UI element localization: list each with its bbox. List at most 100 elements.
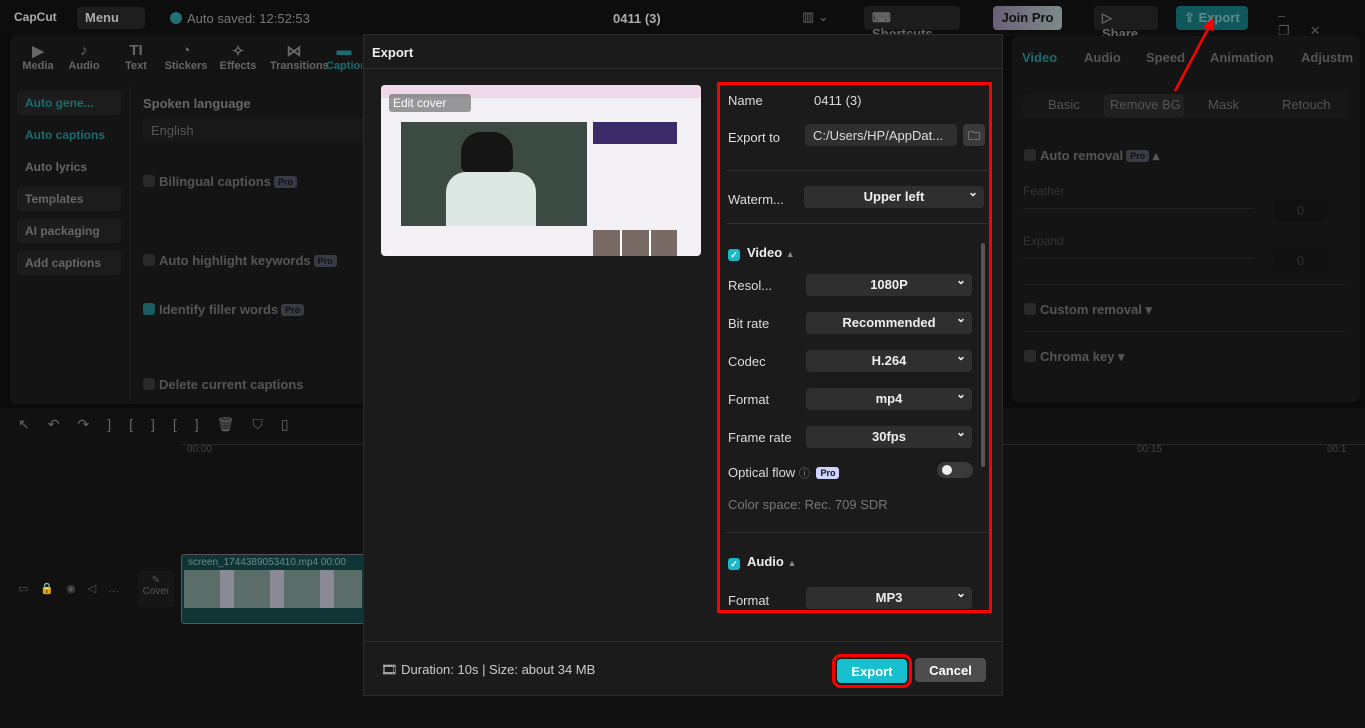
video-checkbox[interactable]: ✓ Video ▲ (728, 245, 795, 261)
pro-badge: Pro (281, 304, 305, 316)
edit-cover-button[interactable]: Edit cover (389, 94, 471, 112)
expand-slider[interactable] (1023, 258, 1255, 259)
tool-effects[interactable]: ✧ Effects (214, 42, 262, 72)
cancel-button[interactable]: Cancel (915, 658, 986, 682)
export-dialog: Export Edit cover Name 0411 (3) Export t… (363, 34, 1003, 696)
filler-words-checkbox[interactable]: Identify filler words Pro (143, 302, 305, 317)
highlight-keywords-checkbox[interactable]: Auto highlight keywords Pro (143, 253, 337, 268)
format-select[interactable]: mp4 (806, 387, 972, 410)
bilingual-label: Bilingual captions (159, 174, 271, 189)
highlight-label: Auto highlight keywords (159, 253, 311, 268)
export-button[interactable]: Export (832, 654, 912, 688)
tool-media[interactable]: ▶ Media (14, 42, 62, 72)
name-label: Name (728, 93, 763, 108)
delete-captions-checkbox[interactable]: Delete current captions (143, 377, 304, 392)
watermark-select[interactable]: Upper left (804, 185, 984, 208)
language-select[interactable]: English (143, 118, 371, 142)
subtab-remove-bg[interactable]: Remove BG (1110, 97, 1181, 112)
join-pro-button[interactable]: Join Pro (993, 6, 1062, 30)
framerate-select[interactable]: 30fps (806, 425, 972, 448)
top-bar: CapCut Menu Auto saved: 12:52:53 0411 (3… (0, 0, 1365, 41)
autosave-text: Auto saved: 12:52:53 (187, 11, 310, 26)
check-icon (170, 12, 182, 24)
video-clip[interactable]: screen_1744389053410.mp4 00:00 (181, 554, 365, 624)
chroma-key-checkbox[interactable]: Chroma key ▾ (1024, 349, 1125, 365)
sidebar-item-add-captions[interactable]: Add captions (17, 251, 121, 275)
resolution-select[interactable]: 1080P (806, 273, 972, 296)
custom-removal-checkbox[interactable]: Custom removal ▾ (1024, 302, 1152, 318)
effects-icon: ✧ (231, 43, 245, 60)
spoken-language-label: Spoken language (143, 96, 251, 111)
audio-label: Audio (747, 554, 784, 569)
tool-label: Audio (68, 60, 100, 72)
optical-flow-text: Optical flow (728, 465, 796, 480)
tool-audio[interactable]: ♪ Audio (60, 42, 108, 72)
tool-text[interactable]: TI Text (112, 42, 160, 72)
subtab-basic[interactable]: Basic (1048, 97, 1080, 112)
divider (364, 68, 1002, 69)
auto-removal-checkbox[interactable]: Auto removal Pro ▴ (1024, 148, 1159, 164)
tool-label: Media (22, 60, 54, 72)
tool-label: Text (125, 60, 147, 72)
divider (726, 170, 988, 171)
track-controls[interactable]: ▭🔒◉◁… (18, 582, 131, 595)
annotation-arrow (1173, 17, 1214, 92)
captions-icon: ▬ (336, 42, 352, 59)
sidebar-item-auto-gene-[interactable]: Auto gene... (17, 91, 121, 115)
codec-select[interactable]: H.264 (806, 349, 972, 372)
text-icon: TI (129, 42, 143, 59)
cover-button[interactable]: ✎ Cover (138, 571, 174, 607)
feather-value[interactable]: 0 (1274, 199, 1327, 221)
clip-thumbnails (184, 570, 362, 608)
pro-badge: Pro (273, 176, 297, 188)
timeline-toolbar[interactable]: ↖↶↷][][]🗑⛉▯ (18, 416, 307, 433)
transitions-icon: ⋈ (286, 43, 302, 60)
audio-checkbox[interactable]: ✓ Audio ▲ (728, 554, 796, 570)
tab-audio[interactable]: Audio (1084, 50, 1121, 65)
divider (726, 532, 988, 533)
window-controls[interactable]: –❐✕ (1278, 8, 1365, 39)
audio-format-select[interactable]: MP3 (806, 586, 972, 609)
cover-preview[interactable]: Edit cover (381, 85, 701, 256)
optical-flow-toggle[interactable] (937, 462, 973, 478)
help-icon[interactable]: ⓘ (799, 468, 810, 480)
layout-icon[interactable]: ▥ ⌄ (802, 9, 829, 25)
folder-icon[interactable]: 🗀 (963, 124, 985, 146)
bilingual-captions-checkbox[interactable]: Bilingual captions Pro (143, 174, 297, 189)
auto-removal-label: Auto removal (1040, 148, 1124, 163)
tool-stickers[interactable]: ◔ Stickers (162, 42, 210, 72)
shortcuts-button[interactable]: ⌨ Shortcuts (864, 6, 960, 41)
video-frame (401, 122, 587, 226)
expand-label: Expand (1023, 234, 1064, 248)
sidebar-item-auto-captions[interactable]: Auto captions (17, 123, 121, 147)
tool-captions[interactable]: ▬Captions (326, 42, 362, 72)
name-field[interactable]: 0411 (3) (814, 93, 861, 108)
tab-adjustm[interactable]: Adjustm (1301, 50, 1353, 65)
subtab-mask[interactable]: Mask (1208, 97, 1239, 112)
pro-badge: Pro (816, 467, 840, 479)
divider (1023, 331, 1347, 332)
export-info-text: Duration: 10s | Size: about 34 MB (401, 662, 596, 677)
captions-settings: Spoken language English Bilingual captio… (130, 86, 371, 404)
codec-label: Codec (728, 354, 766, 369)
feather-slider[interactable] (1023, 208, 1255, 209)
audio-format-label: Format (728, 593, 770, 608)
expand-value[interactable]: 0 (1274, 249, 1327, 271)
menu-button[interactable]: Menu (77, 7, 145, 29)
delete-label: Delete current captions (159, 377, 304, 392)
subtab-retouch[interactable]: Retouch (1282, 97, 1330, 112)
share-button[interactable]: ▷ Share (1094, 6, 1158, 41)
bitrate-label: Bit rate (728, 316, 770, 331)
tab-video[interactable]: Video (1022, 50, 1057, 65)
sidebar-item-templates[interactable]: Templates (17, 187, 121, 211)
ad-banner (593, 122, 677, 144)
export-path-field[interactable]: C:/Users/HP/AppDat... (805, 124, 957, 146)
divider (364, 641, 1002, 642)
custom-removal-label: Custom removal (1040, 302, 1142, 317)
export-to-label: Export to (728, 130, 781, 145)
bitrate-select[interactable]: Recommended (806, 311, 972, 334)
scrollbar[interactable] (981, 243, 985, 467)
sidebar-item-ai-packaging[interactable]: AI packaging (17, 219, 121, 243)
sidebar-item-auto-lyrics[interactable]: Auto lyrics (17, 155, 121, 179)
tool-transitions[interactable]: ⋈ Transitions (270, 42, 329, 72)
